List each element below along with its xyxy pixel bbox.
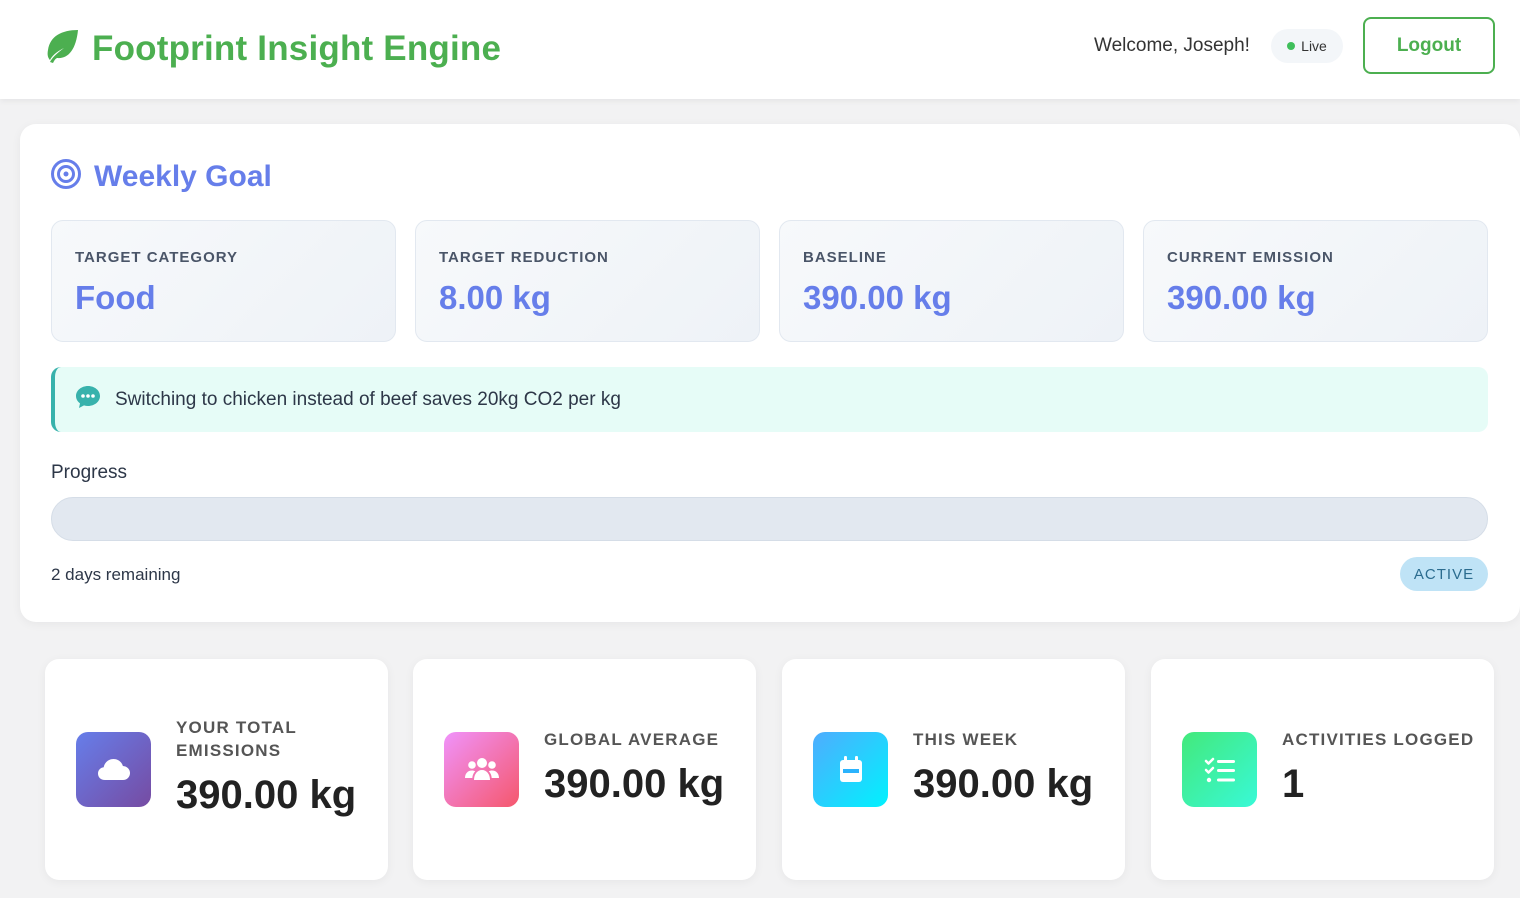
target-icon (50, 158, 82, 195)
metric-value: 390.00 kg (803, 279, 952, 316)
brand: Footprint Insight Engine (42, 28, 501, 69)
goal-header: Weekly Goal (50, 158, 272, 195)
stat-label: GLOBAL AVERAGE (544, 729, 720, 749)
stat-card-activities-logged: ACTIVITIES LOGGED 1 (1151, 659, 1494, 880)
goal-title: Weekly Goal (94, 159, 272, 193)
stat-body: ACTIVITIES LOGGED 1 (1282, 659, 1482, 880)
leaf-icon (42, 28, 82, 69)
stat-card-this-week: THIS WEEK 390.00 kg (782, 659, 1125, 880)
metric-value: 390.00 kg (1167, 279, 1316, 316)
stat-body: THIS WEEK 390.00 kg (913, 659, 1113, 880)
metric-value: 8.00 kg (439, 279, 551, 316)
app-title: Footprint Insight Engine (92, 28, 502, 68)
live-indicator: Live (1271, 29, 1343, 63)
cloud-icon (76, 732, 151, 807)
stat-value: 390.00 kg (913, 761, 1094, 806)
welcome-text: Welcome, Joseph! (1094, 35, 1250, 56)
progress-label: Progress (51, 462, 128, 483)
metric-target-category: TARGET CATEGORY Food (51, 220, 396, 342)
status-badge: ACTIVE (1400, 557, 1488, 591)
metric-target-reduction: TARGET REDUCTION 8.00 kg (415, 220, 760, 342)
stat-label: YOUR TOTAL EMISSIONS (176, 718, 297, 760)
stat-value: 1 (1282, 761, 1305, 806)
metric-label: CURRENT EMISSION (1167, 249, 1334, 266)
stat-label: ACTIVITIES LOGGED (1282, 729, 1475, 749)
metric-value: Food (75, 279, 156, 316)
progress-bar (51, 497, 1488, 541)
users-icon (444, 732, 519, 807)
days-remaining: 2 days remaining (51, 565, 181, 584)
logout-button[interactable]: Logout (1363, 17, 1495, 74)
stat-card-total-emissions: YOUR TOTAL EMISSIONS 390.00 kg (45, 659, 388, 880)
tip-text: Switching to chicken instead of beef sav… (115, 388, 621, 410)
live-label: Live (1301, 38, 1327, 54)
metric-label: BASELINE (803, 249, 887, 266)
checklist-icon (1182, 732, 1257, 807)
stat-value: 390.00 kg (176, 773, 357, 817)
metric-current-emission: CURRENT EMISSION 390.00 kg (1143, 220, 1488, 342)
stat-body: GLOBAL AVERAGE 390.00 kg (544, 659, 744, 880)
stat-label: THIS WEEK (913, 729, 1019, 749)
live-dot-icon (1287, 42, 1296, 50)
top-header: Footprint Insight Engine Welcome, Joseph… (0, 0, 1520, 99)
calendar-icon (813, 732, 888, 807)
weekly-goal-card: Weekly Goal TARGET CATEGORY Food TARGET … (20, 124, 1520, 622)
stat-body: YOUR TOTAL EMISSIONS 390.00 kg (176, 659, 376, 880)
metric-label: TARGET CATEGORY (75, 249, 239, 266)
tip-banner: Switching to chicken instead of beef sav… (51, 367, 1488, 432)
stat-card-global-average: GLOBAL AVERAGE 390.00 kg (413, 659, 756, 880)
metric-baseline: BASELINE 390.00 kg (779, 220, 1124, 342)
stat-value: 390.00 kg (544, 761, 725, 806)
chat-bubble-icon (75, 385, 101, 414)
metric-label: TARGET REDUCTION (439, 249, 609, 266)
